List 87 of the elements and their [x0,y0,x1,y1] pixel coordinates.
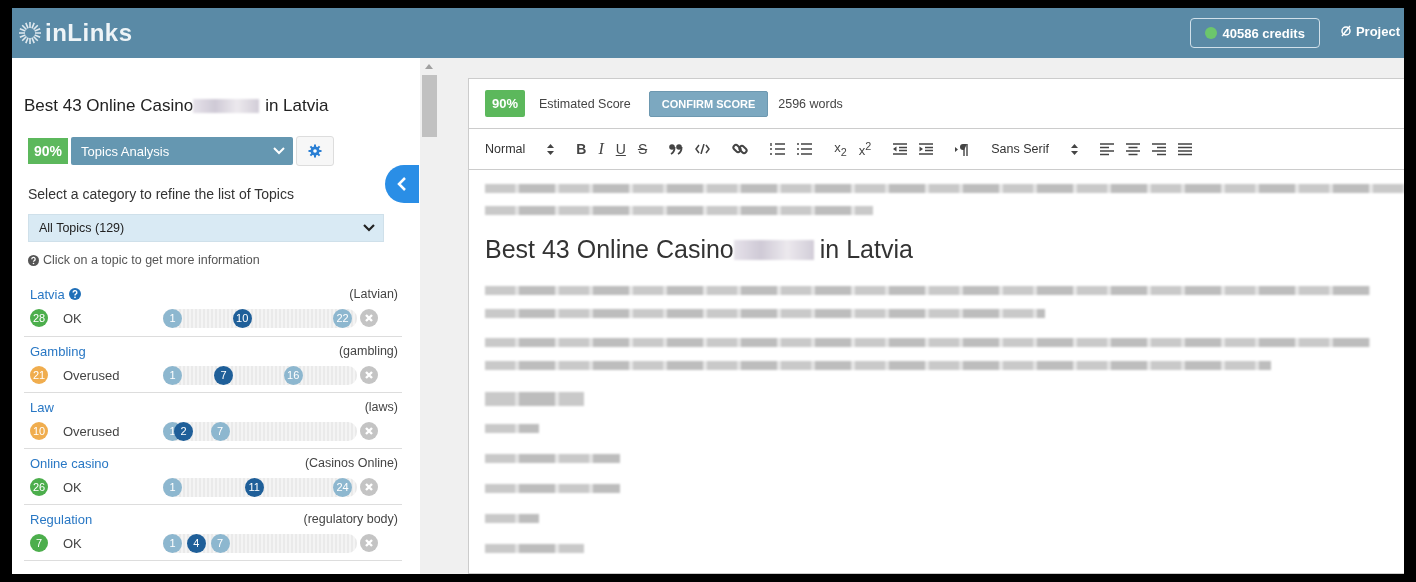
usage-marker: 16 [283,365,303,385]
confirm-score-button[interactable]: CONFIRM SCORE [648,90,769,117]
quote-icon[interactable] [669,143,684,155]
article-heading: Best 43 Online Casino [485,235,734,264]
page-title: Best 43 Online Casino [24,96,194,116]
format-select[interactable]: Normal [485,142,555,156]
chevron-down-icon [273,147,286,155]
usage-marker: 7 [210,533,230,553]
topic-synonym: (regulatory body) [303,512,398,526]
collapse-button[interactable] [385,165,419,203]
logo-text[interactable]: inLinks [45,19,133,47]
status-text: Overused [63,367,121,383]
blurred-text [485,514,540,523]
status-text: OK [63,535,83,551]
score-badge: 90% [28,138,69,164]
blurred-text [193,99,260,113]
settings-button[interactable] [296,136,335,166]
align-left-icon[interactable] [1099,142,1114,156]
page-title: in Latvia [265,96,329,116]
project-button[interactable]: Project [1339,23,1404,43]
usage-marker: 7 [214,365,233,385]
slashed-circle-icon [1339,25,1352,37]
script-button[interactable]: x$^{2}$ [858,139,872,159]
usage-marker: 2 [174,421,194,441]
bullet-list-icon[interactable] [797,142,813,156]
usage-marker: 7 [210,421,230,441]
category-select[interactable]: All Topics (129) [28,214,384,242]
up-down-icon [1070,143,1078,155]
script-button[interactable]: x$_{2}$ [834,140,847,158]
count-badge: 10 [30,422,48,440]
numbered-list-icon[interactable] [770,142,786,156]
usage-marker: 11 [244,477,264,497]
credits-button[interactable]: 40586 credits [1189,18,1320,48]
blurred-text [485,424,540,433]
format-button[interactable]: S [637,141,648,157]
topic-link[interactable]: Online casino [30,455,109,471]
font-select[interactable]: Sans Serif [991,142,1078,156]
topic-link[interactable]: Law [30,399,54,415]
indent-icon[interactable] [919,143,934,155]
up-down-icon [547,143,555,155]
gear-icon [308,144,323,158]
outdent-icon[interactable] [893,143,908,155]
topic-synonym: (Latvian) [349,287,398,301]
align-center-icon[interactable] [1125,142,1140,156]
topic-link[interactable]: Latvia [30,286,65,302]
topic-link[interactable]: Regulation [30,511,93,527]
usage-marker: 1 [163,477,182,497]
topic-synonym: (laws) [364,400,398,414]
usage-marker: 1 [163,365,182,385]
help-icon [28,254,39,266]
article-heading: in Latvia [819,235,913,264]
score-badge: 90% [485,90,526,117]
count-badge: 7 [30,534,48,552]
help-icon[interactable] [68,288,81,300]
analysis-select[interactable]: Topics Analysis [71,137,294,165]
chevron-left-icon [397,177,407,191]
link-icon[interactable] [732,141,749,157]
format-button[interactable]: I [598,140,604,158]
topic-synonym: (gambling) [338,344,398,358]
chevron-down-icon [363,224,375,232]
align-right-icon[interactable] [1151,142,1166,156]
count-badge: 21 [30,366,48,384]
scroll-thumb[interactable] [421,75,437,137]
status-text: OK [63,310,83,326]
status-text: OK [63,479,83,495]
usage-marker: 4 [186,533,206,553]
topic-link[interactable]: Gambling [30,343,86,359]
usage-marker: 1 [163,533,182,553]
word-count: 2596 words [778,96,843,111]
category-prompt: Select a category to refine the list of Topics [28,186,295,202]
text-direction-icon[interactable] [955,142,970,156]
topic-synonym: (Casinos Online) [304,456,398,470]
usage-marker: 1 [163,308,182,328]
hint-text: Click on a topic to get more information [43,253,260,267]
format-button[interactable]: B [576,141,587,157]
score-label: Estimated Score [539,96,631,111]
usage-marker: 24 [333,477,352,497]
justify-icon[interactable] [1177,142,1192,156]
format-button[interactable]: U [615,141,626,157]
logo-icon [18,21,42,45]
usage-marker: 22 [333,308,352,328]
code-icon[interactable] [695,144,711,154]
status-text: Overused [63,423,121,439]
usage-marker: 10 [232,308,252,328]
count-badge: 26 [30,478,48,496]
count-badge: 28 [30,309,48,327]
scrollbar[interactable] [420,58,438,574]
